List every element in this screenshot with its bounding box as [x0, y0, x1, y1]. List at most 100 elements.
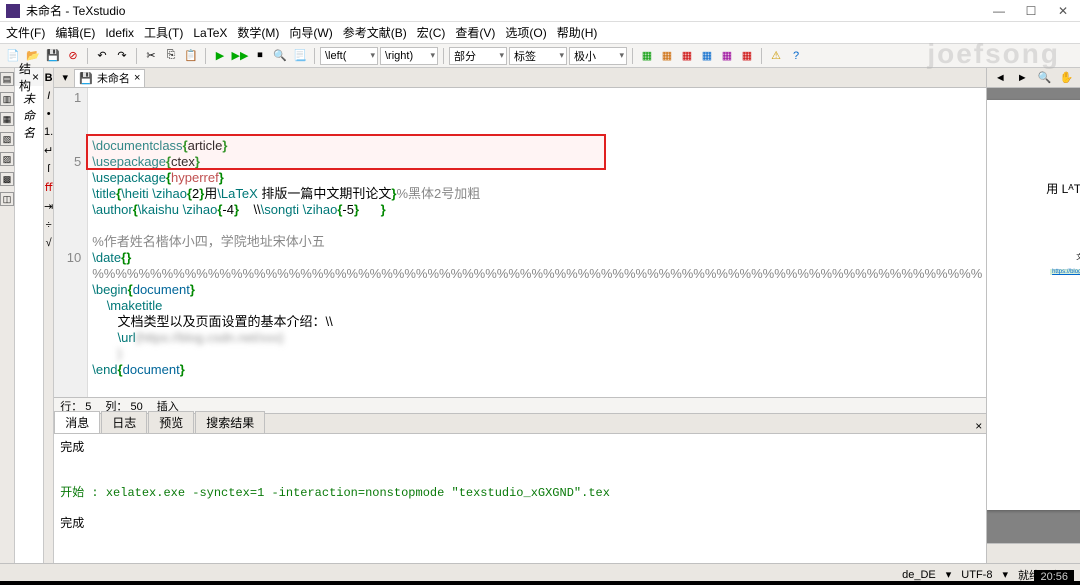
tab-list-icon[interactable]: ▾ — [56, 69, 74, 87]
log-body[interactable]: 完成 开始 : xelatex.exe -synctex=1 -interact… — [54, 434, 986, 563]
preview-canvas[interactable]: 用 LᴬTᴇX 排版一篇中文期刊论文 宋歆 在校研究生猪群号: 97047954… — [987, 88, 1080, 543]
tbl5-icon[interactable]: ▦ — [718, 47, 736, 65]
ref-icon[interactable]: ⇥ — [44, 200, 53, 213]
structure-root[interactable]: 未命名 — [15, 86, 43, 563]
editor-side-toolbar: B I • 1. ↵ ſ ﬀ ⇥ ÷ √ — [44, 68, 54, 563]
doc-link: https://blog.csdn.net/wei_love_2017/arti… — [1050, 269, 1080, 275]
warn-icon[interactable]: ⚠ — [767, 47, 785, 65]
menu-macro[interactable]: 宏(C) — [417, 24, 446, 41]
main-toolbar: 📄 📂 💾 ⊘ ↶ ↷ ✂ ⎘ 📋 ▶ ▶▶ ⏹ 🔍 📃 \left( \rig… — [0, 44, 1080, 68]
menu-view[interactable]: 查看(V) — [455, 24, 495, 41]
italic-icon[interactable]: I — [47, 90, 50, 102]
size-combo[interactable]: 极小 — [569, 47, 627, 65]
highlight-box — [86, 134, 606, 170]
log-tab-search[interactable]: 搜索结果 — [195, 411, 265, 433]
menu-bar: 文件(F) 编辑(E) Idefix 工具(T) LaTeX 数学(M) 向导(… — [0, 22, 1080, 44]
close-doc-icon[interactable]: ⊘ — [64, 47, 82, 65]
log-line: 完成 — [60, 514, 980, 531]
preview-status: ⇄ 第 1 页, 共 1 页 49% – + — [987, 543, 1080, 563]
panel-icon[interactable]: ▩ — [0, 172, 14, 186]
save-icon[interactable]: 💾 — [44, 47, 62, 65]
section-combo[interactable]: 部分 — [449, 47, 507, 65]
window-title: 未命名 - TeXstudio — [26, 2, 992, 19]
panel-icon[interactable]: ▧ — [0, 132, 14, 146]
log-line: 开始 : xelatex.exe -synctex=1 -interaction… — [60, 483, 980, 500]
panel-icon[interactable]: ▥ — [0, 92, 14, 106]
menu-wizard[interactable]: 向导(W) — [289, 24, 332, 41]
code-editor[interactable]: 1 5 10 \documentclass{article}\usepackag… — [54, 88, 986, 397]
prev-hand-icon[interactable]: ✋ — [1057, 69, 1075, 87]
close-button[interactable]: ✕ — [1056, 4, 1070, 18]
log-panel: 消息 日志 预览 搜索结果 × 完成 开始 : xelatex.exe -syn… — [54, 413, 986, 563]
tab-close-icon[interactable]: × — [134, 72, 140, 84]
panel-icon[interactable]: ▤ — [0, 72, 14, 86]
menu-help[interactable]: 帮助(H) — [557, 24, 598, 41]
prev-back-icon[interactable]: ◄ — [991, 69, 1009, 87]
structure-close-icon[interactable]: × — [32, 70, 39, 84]
doc-inst: 在校研究生猪群号: 970479548 — [1007, 224, 1080, 234]
redo-icon[interactable]: ↷ — [113, 47, 131, 65]
viewlog-icon[interactable]: 📃 — [291, 47, 309, 65]
taskbar — [0, 581, 1080, 585]
menu-math[interactable]: 数学(M) — [237, 24, 279, 41]
app-icon — [6, 4, 20, 18]
sync-icon[interactable]: ⇄ — [1076, 545, 1080, 563]
left-combo[interactable]: \left( — [320, 47, 378, 65]
log-tab-preview[interactable]: 预览 — [148, 411, 194, 433]
minimize-button[interactable]: — — [992, 4, 1006, 18]
ligature-icon[interactable]: ﬀ — [45, 181, 53, 194]
cut-icon[interactable]: ✂ — [142, 47, 160, 65]
compile-icon[interactable]: ▶▶ — [231, 47, 249, 65]
pdf-page: 用 LᴬTᴇX 排版一篇中文期刊论文 宋歆 在校研究生猪群号: 97047954… — [987, 100, 1080, 510]
line-gutter: 1 5 10 — [54, 88, 88, 397]
paste-icon[interactable]: 📋 — [182, 47, 200, 65]
help-icon[interactable]: ? — [787, 47, 805, 65]
prev-fwd-icon[interactable]: ► — [1013, 69, 1031, 87]
copy-icon[interactable]: ⎘ — [162, 47, 180, 65]
bold-icon[interactable]: B — [45, 72, 53, 84]
label-combo[interactable]: 标签 — [509, 47, 567, 65]
save-icon: 💾 — [79, 72, 93, 85]
sqrt-icon[interactable]: √ — [46, 237, 52, 249]
tbl3-icon[interactable]: ▦ — [678, 47, 696, 65]
menu-tools[interactable]: 工具(T) — [144, 24, 183, 41]
frac-icon[interactable]: ÷ — [46, 219, 52, 231]
menu-edit[interactable]: 编辑(E) — [55, 24, 95, 41]
panel-icon[interactable]: ◫ — [0, 192, 14, 206]
menu-file[interactable]: 文件(F) — [6, 24, 45, 41]
log-tab-messages[interactable]: 消息 — [54, 411, 100, 433]
menu-idefix[interactable]: Idefix — [105, 26, 134, 40]
preview-toolbar: ◄ ► 🔍 ✋ ⛶ ⏮ ◄ ► ⏭ ❐ × — [987, 68, 1080, 88]
item-icon[interactable]: • — [47, 108, 51, 120]
right-combo[interactable]: \right) — [380, 47, 438, 65]
panel-icon[interactable]: ▦ — [0, 112, 14, 126]
tbl2-icon[interactable]: ▦ — [658, 47, 676, 65]
encoding-combo[interactable]: UTF-8 — [961, 569, 992, 581]
menu-bib[interactable]: 参考文献(B) — [343, 24, 407, 41]
tbl4-icon[interactable]: ▦ — [698, 47, 716, 65]
prev-zoom-icon[interactable]: 🔍 — [1035, 69, 1053, 87]
structure-panel: 结构 × 未命名 — [15, 68, 44, 563]
menu-options[interactable]: 选项(O) — [505, 24, 546, 41]
build-icon[interactable]: ▶ — [211, 47, 229, 65]
tbl6-icon[interactable]: ▦ — [738, 47, 756, 65]
lang-combo[interactable]: de_DE — [902, 569, 936, 581]
enum-icon[interactable]: 1. — [44, 126, 53, 138]
doc-author: 宋歆 — [1007, 211, 1080, 222]
code-area[interactable]: \documentclass{article}\usepackage{ctex}… — [88, 88, 986, 397]
stop-icon[interactable]: ⏹ — [251, 47, 269, 65]
doc-title: 用 LᴬTᴇX 排版一篇中文期刊论文 — [1007, 180, 1080, 197]
left-icon-bar: ▤ ▥ ▦ ▧ ▨ ▩ ◫ — [0, 68, 15, 563]
maximize-button[interactable]: ☐ — [1024, 4, 1038, 18]
ss-icon[interactable]: ſ — [47, 163, 49, 175]
log-close-icon[interactable]: × — [975, 419, 982, 433]
newline-icon[interactable]: ↵ — [44, 144, 53, 157]
editor-tab[interactable]: 💾 未命名 × — [74, 69, 145, 87]
editor-tab-bar: ▾ 💾 未命名 × — [54, 68, 986, 88]
log-tab-log[interactable]: 日志 — [101, 411, 147, 433]
tbl1-icon[interactable]: ▦ — [638, 47, 656, 65]
view-icon[interactable]: 🔍 — [271, 47, 289, 65]
undo-icon[interactable]: ↶ — [93, 47, 111, 65]
panel-icon[interactable]: ▨ — [0, 152, 14, 166]
menu-latex[interactable]: LaTeX — [193, 26, 227, 40]
